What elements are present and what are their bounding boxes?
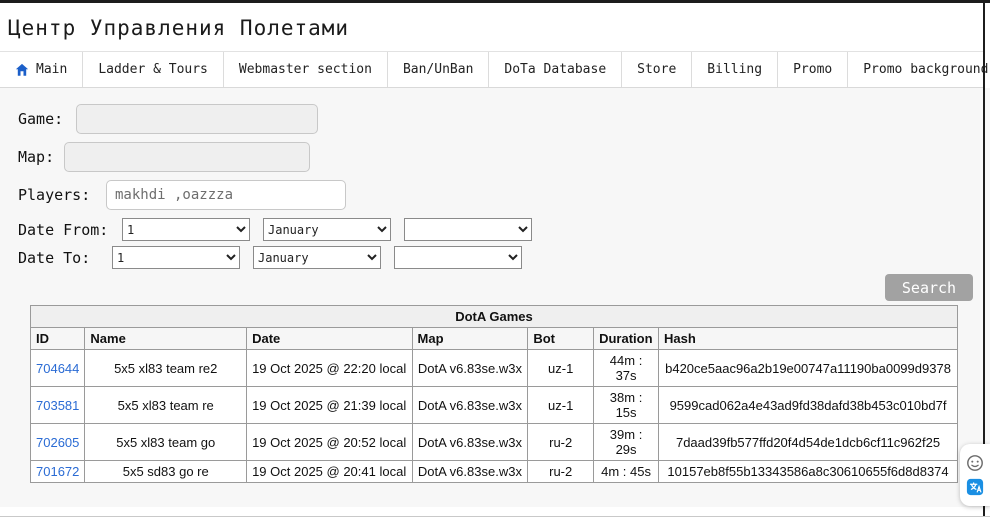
cell-duration: 4m : 45s <box>593 460 660 483</box>
date-to-day-select[interactable]: 1 <box>112 246 240 269</box>
cell-hash: 7daad39fb577ffd20f4d54de1dcb6cf11c962f25 <box>658 423 958 461</box>
cell-name: 5x5 xl83 team go <box>84 423 248 461</box>
date-to-year-select[interactable] <box>394 246 522 269</box>
game-id-link[interactable]: 703581 <box>36 398 79 413</box>
page-title: Центр Управления Полетами <box>8 16 350 40</box>
table-caption: DotA Games <box>30 305 958 328</box>
tab-ban-unban[interactable]: Ban/UnBan <box>388 52 490 87</box>
tab-label: Ladder & Tours <box>98 62 208 77</box>
date-from-month-select[interactable]: January <box>263 218 391 241</box>
table-header-row: ID Name Date Map Bot Duration Hash <box>29 327 958 350</box>
cell-duration: 44m : 37s <box>593 349 660 387</box>
map-input[interactable] <box>64 142 310 172</box>
tab-ladder-tours[interactable]: Ladder & Tours <box>83 52 224 87</box>
date-from-day-select[interactable]: 1 <box>122 218 250 241</box>
col-duration: Duration <box>593 327 660 350</box>
date-from-year-select[interactable] <box>404 218 532 241</box>
cell-bot: ru-2 <box>527 460 595 483</box>
tab-label: Main <box>36 62 68 77</box>
cell-date: 19 Oct 2025 @ 21:39 local <box>246 386 413 424</box>
players-input[interactable] <box>106 180 346 210</box>
tab-promo-background[interactable]: Promo background <box>848 52 990 87</box>
tab-dota-database[interactable]: DoTa Database <box>489 52 623 87</box>
cell-hash: b420ce5aac96a2b19e00747a11190ba0099d9378 <box>658 349 958 387</box>
cell-map: DotA v6.83se.w3x <box>411 423 529 461</box>
tab-label: Promo <box>793 62 833 77</box>
cell-duration: 38m : 15s <box>593 386 660 424</box>
tab-store[interactable]: Store <box>622 52 693 87</box>
game-id-link[interactable]: 701672 <box>36 464 79 479</box>
table-caption-row: DotA Games <box>30 305 958 328</box>
tab-label: Webmaster section <box>238 62 372 77</box>
search-row: Search <box>18 274 983 301</box>
col-bot: Bot <box>527 327 595 350</box>
date-to-label: Date To: <box>18 248 91 267</box>
tab-label: Store <box>637 62 677 77</box>
game-input[interactable] <box>76 104 318 134</box>
game-id-link[interactable]: 704644 <box>36 361 79 376</box>
main-content: Game: Map: Players: Date From: 1 January… <box>0 88 990 507</box>
cell-bot: uz-1 <box>527 349 595 387</box>
tab-label: Billing <box>707 62 763 77</box>
cell-bot: uz-1 <box>527 386 595 424</box>
cell-bot: ru-2 <box>527 423 595 461</box>
col-date: Date <box>246 327 413 350</box>
col-id: ID <box>29 327 86 350</box>
map-row: Map: <box>18 142 983 172</box>
players-label: Players: <box>18 186 91 204</box>
cell-map: DotA v6.83se.w3x <box>411 460 529 483</box>
cell-name: 5x5 sd83 go re <box>84 460 248 483</box>
cell-name: 5x5 xl83 team re <box>84 386 248 424</box>
cell-id: 703581 <box>29 386 86 424</box>
table-row: 701672 5x5 sd83 go re 19 Oct 2025 @ 20:4… <box>29 460 958 483</box>
tab-promo[interactable]: Promo <box>778 52 849 87</box>
cell-id: 701672 <box>29 460 86 483</box>
players-row: Players: <box>18 180 983 210</box>
cell-date: 19 Oct 2025 @ 20:41 local <box>246 460 413 483</box>
face-icon[interactable] <box>966 454 984 472</box>
col-map: Map <box>411 327 529 350</box>
date-from-row: Date From: 1 January <box>18 218 983 241</box>
cell-id: 702605 <box>29 423 86 461</box>
date-to-row: Date To: 1 January <box>18 246 983 269</box>
cell-duration: 39m : 29s <box>593 423 660 461</box>
cell-map: DotA v6.83se.w3x <box>411 349 529 387</box>
col-hash: Hash <box>658 327 958 350</box>
games-table: DotA Games ID Name Date Map Bot Duration… <box>29 305 958 483</box>
game-id-link[interactable]: 702605 <box>36 435 79 450</box>
window-right-border <box>983 3 985 516</box>
map-label: Map: <box>18 148 55 166</box>
cell-name: 5x5 xl83 team re2 <box>84 349 248 387</box>
cell-date: 19 Oct 2025 @ 22:20 local <box>246 349 413 387</box>
tab-label: DoTa Database <box>504 62 607 77</box>
search-button[interactable]: Search <box>885 274 973 301</box>
tab-label: Promo background <box>863 62 989 77</box>
cell-hash: 10157eb8f55b13343586a8c30610655f6d8d8374 <box>658 460 958 483</box>
game-label: Game: <box>18 110 64 128</box>
game-row: Game: <box>18 104 983 134</box>
table-row: 704644 5x5 xl83 team re2 19 Oct 2025 @ 2… <box>29 349 958 387</box>
cell-map: DotA v6.83se.w3x <box>411 386 529 424</box>
table-row: 702605 5x5 xl83 team go 19 Oct 2025 @ 20… <box>29 423 958 461</box>
tab-webmaster-section[interactable]: Webmaster section <box>224 52 388 87</box>
col-name: Name <box>84 327 248 350</box>
cell-id: 704644 <box>29 349 86 387</box>
extension-widget <box>960 444 990 506</box>
cell-hash: 9599cad062a4e43ad9fd38dafd38b453c010bd7f <box>658 386 958 424</box>
date-from-label: Date From: <box>18 220 109 239</box>
nav-tabbar: Main Ladder & Tours Webmaster section Ba… <box>0 51 988 88</box>
tab-label: Ban/UnBan <box>402 62 474 77</box>
tab-billing[interactable]: Billing <box>692 52 779 87</box>
translate-icon[interactable] <box>966 478 984 496</box>
home-icon <box>15 63 29 77</box>
cell-date: 19 Oct 2025 @ 20:52 local <box>246 423 413 461</box>
date-to-month-select[interactable]: January <box>253 246 381 269</box>
tab-main[interactable]: Main <box>0 52 84 87</box>
app-window: Центр Управления Полетами Main Ladder & … <box>0 0 990 517</box>
table-row: 703581 5x5 xl83 team re 19 Oct 2025 @ 21… <box>29 386 958 424</box>
